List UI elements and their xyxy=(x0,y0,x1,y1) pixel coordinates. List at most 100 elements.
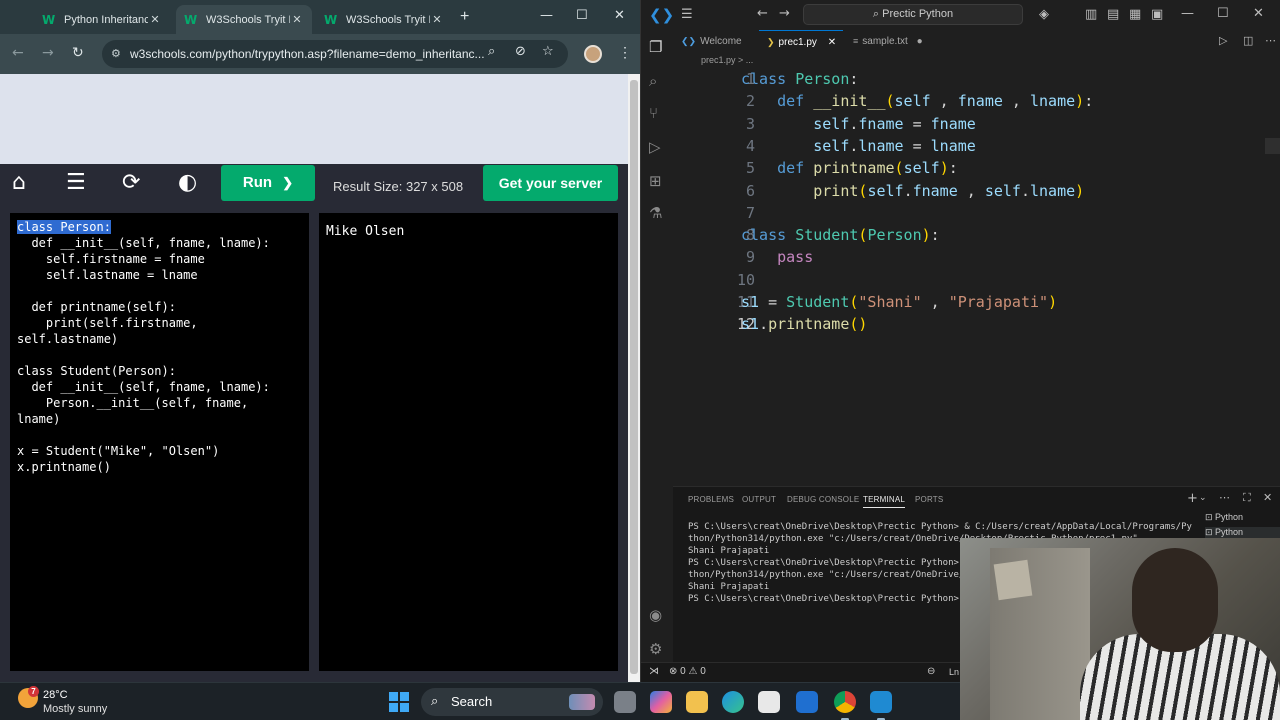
weather-temperature[interactable]: 28°C xyxy=(43,689,68,701)
task-view-icon[interactable] xyxy=(614,691,636,713)
account-icon[interactable]: ◉ xyxy=(649,606,662,624)
minimize-button[interactable]: — xyxy=(540,8,553,23)
address-bar[interactable]: ⚙ w3schools.com/python/trypython.asp?fil… xyxy=(102,40,568,68)
run-button[interactable]: Run ❯ xyxy=(221,165,315,201)
run-debug-icon[interactable]: ▷ xyxy=(649,138,661,156)
settings-gear-icon[interactable]: ⚙ xyxy=(649,640,662,658)
vscode-taskbar-icon[interactable] xyxy=(870,691,892,720)
tab-welcome[interactable]: ❮❯ Welcome xyxy=(673,30,753,52)
reload-button[interactable]: ↻ xyxy=(72,45,84,61)
command-center-search[interactable]: ⌕ Prectic Python xyxy=(803,4,1023,25)
weather-condition[interactable]: Mostly sunny xyxy=(43,703,107,715)
back-arrow-icon[interactable]: ← xyxy=(757,6,768,21)
file-explorer-icon[interactable] xyxy=(686,691,708,713)
tab-close-icon[interactable]: ✕ xyxy=(828,37,836,48)
problems-count[interactable]: ⊗ 0 ⚠ 0 xyxy=(669,666,706,677)
zoom-icon[interactable]: ⊖ xyxy=(927,666,935,677)
tab-python-inheritance[interactable]: W Python Inheritance ✕ xyxy=(34,5,170,34)
close-window-button[interactable]: ✕ xyxy=(1253,6,1264,21)
minimap[interactable] xyxy=(1265,138,1280,154)
code-editor[interactable]: class Person: def __init__(self, fname, … xyxy=(10,213,309,671)
tab-sample-txt[interactable]: ≡ sample.txt ● xyxy=(845,30,929,52)
eye-off-icon[interactable]: ⊘ xyxy=(515,44,526,59)
code-line: s1 = Student("Shani" , "Prajapati") xyxy=(741,293,1058,311)
bookmark-star-icon[interactable]: ☆ xyxy=(542,44,554,59)
site-info-icon[interactable]: ⚙ xyxy=(111,40,121,68)
taskbar-search[interactable]: ⌕ Search xyxy=(421,688,603,716)
contrast-icon[interactable]: ◐ xyxy=(178,170,197,195)
scrollbar-thumb[interactable] xyxy=(630,80,638,674)
customize-layout-icon[interactable]: ▣ xyxy=(1151,7,1163,22)
more-actions-icon[interactable]: ⋯ xyxy=(1265,34,1276,47)
menu-icon[interactable]: ☰ xyxy=(66,170,86,195)
code-editor[interactable]: 1 2 3 4 5 6 7 8 9 10 11 12 class Person:… xyxy=(673,66,1280,486)
get-your-server-button[interactable]: Get your server xyxy=(483,165,618,201)
layout-panel-icon[interactable]: ▤ xyxy=(1107,7,1119,22)
maximize-button[interactable]: ☐ xyxy=(1217,6,1229,21)
breadcrumb[interactable]: prec1.py > ... xyxy=(701,55,753,65)
run-file-icon[interactable]: ▷ xyxy=(1219,34,1227,47)
unsaved-dot-icon[interactable]: ● xyxy=(917,36,923,47)
tab-output[interactable]: OUTPUT xyxy=(742,495,776,504)
tab-problems[interactable]: PROBLEMS xyxy=(688,495,734,504)
copilot-icon[interactable]: ◈ xyxy=(1039,7,1049,22)
remote-icon[interactable]: ⋊ xyxy=(649,666,659,677)
terminal-session-python-active[interactable]: ⊡ Python xyxy=(1205,527,1280,538)
terminal-session-python[interactable]: ⊡ Python xyxy=(1205,512,1243,523)
terminal-session-label: Python xyxy=(1215,512,1244,522)
page-scrollbar[interactable] xyxy=(628,74,640,682)
explorer-icon[interactable]: ❐ xyxy=(649,38,662,56)
new-tab-button[interactable]: + xyxy=(460,8,469,26)
chrome-menu-icon[interactable]: ⋮ xyxy=(618,44,632,61)
forward-arrow-icon[interactable]: → xyxy=(779,6,790,21)
tab-strip: W Python Inheritance ✕ W W3Schools Tryit… xyxy=(0,0,640,34)
more-actions-icon[interactable]: ⋯ xyxy=(1219,491,1230,504)
chevron-right-icon: ❯ xyxy=(282,175,294,190)
tab-close-icon[interactable]: ✕ xyxy=(290,13,304,26)
layout-secondary-icon[interactable]: ▦ xyxy=(1129,7,1141,22)
copilot-app-icon[interactable] xyxy=(650,691,672,713)
profile-avatar[interactable] xyxy=(584,45,602,63)
source-control-icon[interactable]: ⑂ xyxy=(649,104,658,122)
ad-space xyxy=(0,74,628,164)
tab-close-icon[interactable]: ✕ xyxy=(430,13,444,26)
terminal-prompt[interactable]: PS C:\Users\creat\OneDrive\Desktop\Prect… xyxy=(688,594,964,604)
tab-debug-console[interactable]: DEBUG CONSOLE xyxy=(787,495,859,504)
testing-icon[interactable]: ⚗ xyxy=(649,204,662,222)
search-icon[interactable]: ⌕ xyxy=(649,72,657,90)
tab-tryit-editor-active[interactable]: W W3Schools Tryit Ed ✕ xyxy=(176,5,312,34)
minimize-button[interactable]: — xyxy=(1181,6,1194,21)
code-line: self.firstname = fname xyxy=(17,252,205,266)
extensions-icon[interactable]: ⊞ xyxy=(649,172,662,190)
new-terminal-button[interactable]: + xyxy=(1187,491,1198,506)
forward-button[interactable]: → xyxy=(42,45,54,61)
start-button[interactable] xyxy=(389,692,409,712)
hamburger-menu-icon[interactable]: ☰ xyxy=(681,7,693,22)
search-label: Search xyxy=(451,694,493,709)
cursor-position[interactable]: Ln xyxy=(949,667,959,677)
chrome-icon[interactable] xyxy=(834,691,856,720)
outlook-icon[interactable] xyxy=(796,691,818,713)
layout-sidebar-icon[interactable]: ▥ xyxy=(1085,7,1097,22)
maximize-button[interactable]: ☐ xyxy=(576,8,588,23)
tab-close-icon[interactable]: ✕ xyxy=(148,13,162,26)
maximize-panel-icon[interactable]: ⛶ xyxy=(1243,491,1251,505)
back-button[interactable]: ← xyxy=(12,45,24,61)
result-size-label: Result Size: 327 x 508 xyxy=(333,179,464,194)
split-editor-icon[interactable]: ◫ xyxy=(1243,34,1253,47)
code-line: def printname(self): xyxy=(777,159,958,177)
rotate-layout-icon[interactable]: ⟳ xyxy=(122,170,140,195)
microsoft-store-icon[interactable] xyxy=(758,691,780,713)
chevron-down-icon[interactable]: ⌄ xyxy=(1199,493,1207,503)
vscode-logo-icon: ❮❯ xyxy=(649,6,675,24)
home-icon[interactable]: ⌂ xyxy=(12,170,26,195)
tab-terminal[interactable]: TERMINAL xyxy=(863,495,906,508)
zoom-icon[interactable]: ⌕ xyxy=(488,44,495,59)
tab-prec1-py[interactable]: ❯ prec1.py ✕ xyxy=(759,30,843,52)
close-window-button[interactable]: ✕ xyxy=(614,8,625,23)
edge-browser-icon[interactable] xyxy=(722,691,744,713)
close-panel-icon[interactable]: ✕ xyxy=(1263,491,1272,504)
tab-tryit-editor[interactable]: W W3Schools Tryit Ed ✕ xyxy=(316,5,452,34)
tab-ports[interactable]: PORTS xyxy=(915,495,943,504)
terminal-line: Shani Prajapati xyxy=(688,546,770,556)
